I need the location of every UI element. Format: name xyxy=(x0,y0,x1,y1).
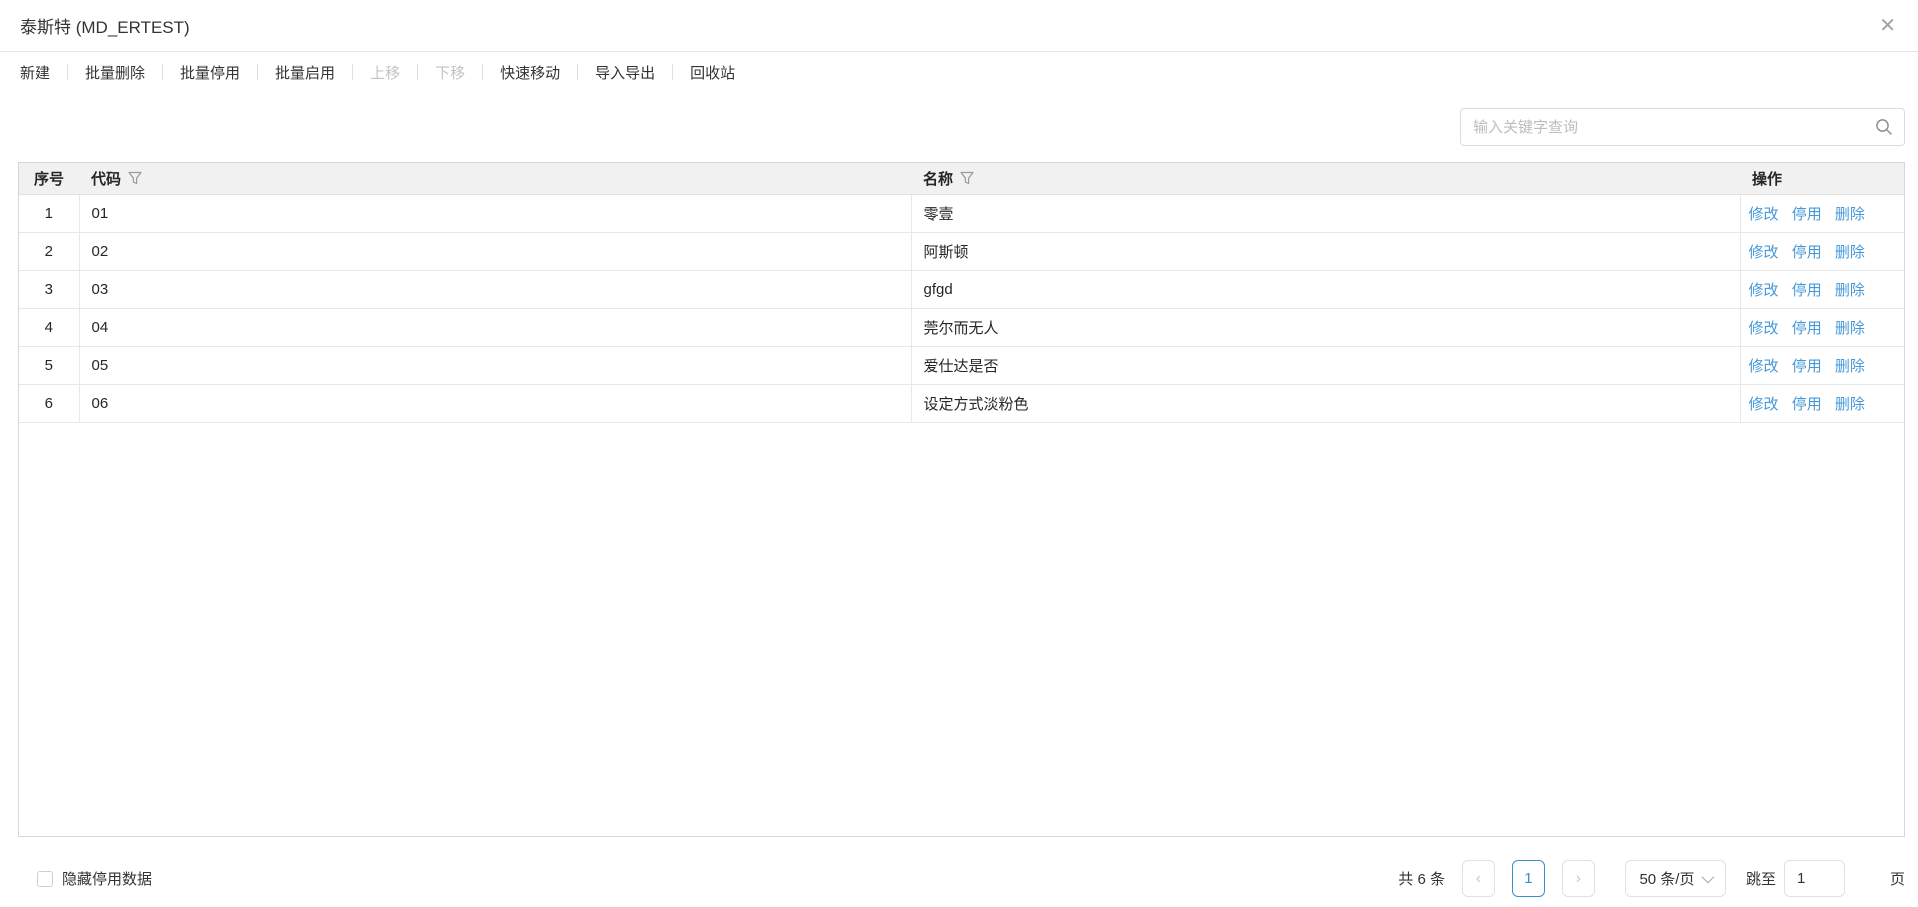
toolbar-batch-disable-button[interactable]: 批量停用 xyxy=(163,62,257,83)
jump-suffix-label: 页 xyxy=(1890,868,1905,889)
row-name-cell: 零壹 xyxy=(911,194,1740,232)
table-row: 6 06 设定方式淡粉色 修改 停用 删除 xyxy=(19,384,1905,422)
row-actions-cell: 修改 停用 删除 xyxy=(1740,346,1905,384)
page-1-button[interactable]: 1 xyxy=(1512,860,1545,897)
page-size-label: 50 条/页 xyxy=(1639,868,1694,889)
close-icon[interactable]: ✕ xyxy=(1879,16,1896,36)
edit-link[interactable]: 修改 xyxy=(1749,206,1779,223)
edit-link[interactable]: 修改 xyxy=(1749,396,1779,413)
row-actions-cell: 修改 停用 删除 xyxy=(1740,384,1905,422)
page-title: 泰斯特 (MD_ERTEST) xyxy=(20,13,190,38)
table-row: 3 03 gfgd 修改 停用 删除 xyxy=(19,270,1905,308)
footer-bar: 隐藏停用数据 共 6 条 ‹ 1 › 50 条/页 跳至 页 xyxy=(0,837,1918,907)
row-index-cell: 6 xyxy=(19,384,79,422)
delete-link[interactable]: 删除 xyxy=(1835,244,1865,261)
row-index-cell: 1 xyxy=(19,194,79,232)
column-header-code: 代码 xyxy=(79,163,911,194)
row-actions-cell: 修改 停用 删除 xyxy=(1740,194,1905,232)
toolbar-move-up-button: 上移 xyxy=(353,62,417,83)
delete-link[interactable]: 删除 xyxy=(1835,206,1865,223)
delete-link[interactable]: 删除 xyxy=(1835,396,1865,413)
prev-page-button: ‹ xyxy=(1462,860,1495,897)
delete-link[interactable]: 删除 xyxy=(1835,282,1865,299)
table-row: 2 02 阿斯顿 修改 停用 删除 xyxy=(19,232,1905,270)
table-row: 4 04 莞尔而无人 修改 停用 删除 xyxy=(19,308,1905,346)
toolbar-batch-delete-button[interactable]: 批量删除 xyxy=(68,62,162,83)
delete-link[interactable]: 删除 xyxy=(1835,320,1865,337)
next-page-button: › xyxy=(1562,860,1595,897)
jump-page-input[interactable] xyxy=(1784,860,1845,897)
chevron-down-icon xyxy=(1702,871,1715,884)
pagination: 共 6 条 ‹ 1 › 50 条/页 跳至 页 xyxy=(1398,860,1905,897)
data-table-container: 序号 代码 名称 xyxy=(18,162,1905,837)
row-actions-cell: 修改 停用 删除 xyxy=(1740,270,1905,308)
toolbar-batch-enable-button[interactable]: 批量启用 xyxy=(258,62,352,83)
disable-link[interactable]: 停用 xyxy=(1792,244,1822,261)
toolbar-move-down-button: 下移 xyxy=(418,62,482,83)
row-code-cell: 04 xyxy=(79,308,911,346)
jump-label: 跳至 xyxy=(1746,868,1776,889)
row-code-cell: 06 xyxy=(79,384,911,422)
column-header-name-label: 名称 xyxy=(923,168,953,189)
filter-icon[interactable] xyxy=(128,171,142,185)
toolbar: 新建 批量删除 批量停用 批量启用 上移 下移 快速移动 导入导出 回收站 xyxy=(0,52,1918,92)
search-input[interactable] xyxy=(1460,108,1905,146)
toolbar-import-export-button[interactable]: 导入导出 xyxy=(578,62,672,83)
row-actions-cell: 修改 停用 删除 xyxy=(1740,308,1905,346)
row-code-cell: 03 xyxy=(79,270,911,308)
toolbar-new-button[interactable]: 新建 xyxy=(20,62,67,83)
column-header-name: 名称 xyxy=(911,163,1740,194)
total-count-label: 共 6 条 xyxy=(1398,868,1445,889)
row-name-cell: gfgd xyxy=(911,270,1740,308)
search-row xyxy=(0,92,1918,162)
row-name-cell: 设定方式淡粉色 xyxy=(911,384,1740,422)
row-actions-cell: 修改 停用 删除 xyxy=(1740,232,1905,270)
toolbar-quick-move-button[interactable]: 快速移动 xyxy=(483,62,577,83)
column-header-code-label: 代码 xyxy=(91,168,121,189)
row-code-cell: 02 xyxy=(79,232,911,270)
row-index-cell: 5 xyxy=(19,346,79,384)
edit-link[interactable]: 修改 xyxy=(1749,282,1779,299)
data-table: 序号 代码 名称 xyxy=(19,163,1905,423)
table-row: 5 05 爱仕达是否 修改 停用 删除 xyxy=(19,346,1905,384)
delete-link[interactable]: 删除 xyxy=(1835,358,1865,375)
column-header-actions: 操作 xyxy=(1740,163,1905,194)
edit-link[interactable]: 修改 xyxy=(1749,358,1779,375)
hide-disabled-label: 隐藏停用数据 xyxy=(62,868,152,889)
edit-link[interactable]: 修改 xyxy=(1749,244,1779,261)
table-row: 1 01 零壹 修改 停用 删除 xyxy=(19,194,1905,232)
row-index-cell: 4 xyxy=(19,308,79,346)
table-header-row: 序号 代码 名称 xyxy=(19,163,1905,194)
row-code-cell: 05 xyxy=(79,346,911,384)
row-name-cell: 莞尔而无人 xyxy=(911,308,1740,346)
disable-link[interactable]: 停用 xyxy=(1792,358,1822,375)
disable-link[interactable]: 停用 xyxy=(1792,206,1822,223)
disable-link[interactable]: 停用 xyxy=(1792,320,1822,337)
page-size-select[interactable]: 50 条/页 xyxy=(1625,860,1726,897)
filter-icon[interactable] xyxy=(960,171,974,185)
column-header-index: 序号 xyxy=(19,163,79,194)
disable-link[interactable]: 停用 xyxy=(1792,396,1822,413)
row-code-cell: 01 xyxy=(79,194,911,232)
jump-to-page: 跳至 页 xyxy=(1746,860,1905,897)
edit-link[interactable]: 修改 xyxy=(1749,320,1779,337)
hide-disabled-checkbox[interactable] xyxy=(37,871,53,887)
hide-disabled-control: 隐藏停用数据 xyxy=(37,868,152,889)
toolbar-recycle-bin-button[interactable]: 回收站 xyxy=(673,62,752,83)
row-index-cell: 3 xyxy=(19,270,79,308)
search-icon[interactable] xyxy=(1875,118,1893,136)
window-header: 泰斯特 (MD_ERTEST) ✕ xyxy=(0,0,1918,52)
row-index-cell: 2 xyxy=(19,232,79,270)
disable-link[interactable]: 停用 xyxy=(1792,282,1822,299)
row-name-cell: 爱仕达是否 xyxy=(911,346,1740,384)
row-name-cell: 阿斯顿 xyxy=(911,232,1740,270)
search-box xyxy=(1460,108,1905,146)
